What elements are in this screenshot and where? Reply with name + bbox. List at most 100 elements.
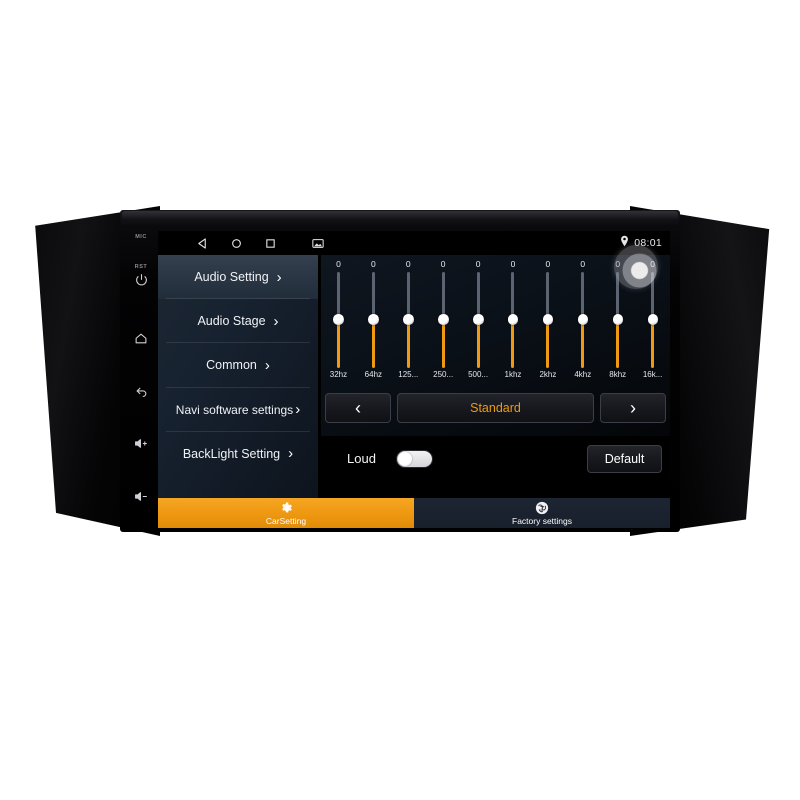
eq-band-frequency-label: 1khz — [504, 370, 522, 379]
slider-track-lower — [651, 322, 655, 368]
eq-band-slider[interactable] — [403, 272, 414, 368]
toggle-knob — [397, 451, 412, 466]
menu-item-label: Audio Setting — [194, 270, 269, 285]
eq-band: 0 500... — [461, 258, 496, 383]
android-nav-buttons — [196, 237, 324, 250]
slider-thumb[interactable] — [368, 314, 379, 325]
default-button[interactable]: Default — [587, 444, 662, 473]
eq-band-frequency-label: 64hz — [364, 370, 383, 379]
preset-name-display[interactable]: Standard — [397, 393, 594, 423]
back-triangle-icon[interactable] — [196, 237, 209, 250]
slider-track-lower — [616, 322, 620, 368]
slider-track-lower — [581, 322, 585, 368]
menu-item-audio-stage[interactable]: Audio Stage › — [158, 299, 318, 344]
bottom-tab-bar: CarSetting Factory settings — [158, 498, 670, 528]
loud-toggle[interactable] — [395, 449, 433, 468]
eq-band-frequency-label: 250... — [433, 370, 454, 379]
slider-track-upper — [406, 272, 410, 320]
slider-thumb[interactable] — [577, 314, 589, 325]
power-icon[interactable] — [124, 273, 158, 286]
volume-down-icon[interactable] — [124, 490, 158, 503]
tab-carsetting[interactable]: CarSetting — [158, 498, 414, 528]
eq-band-value: 0 — [615, 259, 621, 269]
loud-label: Loud — [347, 451, 376, 466]
slider-track-lower — [511, 322, 515, 368]
eq-band: 0 4khz — [565, 258, 600, 383]
eq-band-slider[interactable] — [577, 272, 589, 368]
menu-item-label: Navi software settings — [175, 402, 294, 417]
slider-thumb[interactable] — [403, 314, 414, 325]
home-icon[interactable] — [124, 332, 158, 345]
clock-time: 08:01 — [634, 237, 662, 249]
chevron-right-icon: › — [264, 356, 270, 374]
eq-band-slider[interactable] — [473, 272, 484, 368]
eq-band-slider[interactable] — [542, 272, 554, 368]
menu-item-backlight-setting[interactable]: BackLight Setting › — [158, 432, 318, 476]
menu-item-audio-setting[interactable]: Audio Setting › — [158, 255, 318, 300]
menu-item-label: BackLight Setting — [182, 446, 281, 461]
gear-icon — [279, 501, 293, 515]
chevron-right-icon: › — [288, 445, 294, 463]
slider-thumb[interactable] — [647, 314, 659, 325]
eq-band-slider[interactable] — [507, 272, 519, 368]
eq-band-value: 0 — [580, 259, 586, 269]
volume-up-icon[interactable] — [124, 437, 158, 450]
preset-prev-button[interactable]: ‹ — [325, 393, 391, 423]
eq-band-value: 0 — [370, 259, 376, 269]
preset-next-button[interactable]: › — [600, 393, 666, 423]
slider-track-lower — [371, 322, 375, 368]
settings-menu-panel: Audio Setting › Audio Stage › Common › N… — [158, 255, 318, 498]
eq-band-frequency-label: 500... — [468, 370, 489, 379]
slider-track-lower — [546, 322, 550, 368]
tab-label: Factory settings — [512, 515, 572, 526]
slider-track-upper — [616, 272, 620, 320]
eq-band-slider[interactable] — [333, 272, 344, 368]
status-bar-right: 08:01 — [620, 231, 662, 255]
slider-track-upper — [651, 272, 655, 320]
chevron-right-icon: › — [273, 312, 279, 330]
menu-item-label: Audio Stage — [197, 314, 266, 329]
eq-band-frequency-label: 4khz — [574, 370, 592, 379]
slider-track-upper — [476, 272, 480, 320]
slider-thumb[interactable] — [333, 314, 344, 325]
slider-track-upper — [511, 272, 515, 320]
tab-factory-settings[interactable]: Factory settings — [414, 498, 670, 528]
slider-track-lower — [336, 322, 340, 368]
rst-label: RST — [134, 264, 148, 270]
eq-band: 0 32hz — [321, 258, 356, 383]
slider-thumb[interactable] — [438, 314, 449, 325]
home-circle-icon[interactable] — [230, 237, 243, 250]
menu-item-navi-software-settings[interactable]: Navi software settings › — [158, 388, 318, 432]
hardware-button-strip: MIC RST — [124, 228, 158, 528]
eq-band: 0 2khz — [530, 258, 565, 383]
recents-square-icon[interactable] — [264, 237, 277, 250]
back-arrow-icon[interactable] — [124, 385, 158, 398]
equalizer-panel: 0 32hz 0 64hz 0 125... 0 250... 0 500... 0 1khz 0 2kh… — [321, 255, 670, 436]
touchscreen: 08:01 Audio Setting › Audio Stage › Comm… — [158, 231, 670, 528]
eq-band-frequency-label: 125... — [398, 370, 419, 379]
slider-thumb[interactable] — [542, 314, 554, 325]
android-status-bar: 08:01 — [158, 231, 670, 255]
slider-track-upper — [581, 272, 585, 320]
eq-band-frequency-label: 2khz — [539, 370, 557, 379]
gallery-icon[interactable] — [311, 237, 324, 250]
eq-band-slider[interactable] — [368, 272, 379, 368]
eq-band: 0 16k... — [635, 258, 670, 383]
slider-thumb[interactable] — [507, 314, 519, 325]
eq-band: 0 250... — [426, 258, 461, 383]
screen-content: Audio Setting › Audio Stage › Common › N… — [158, 255, 670, 528]
eq-band-value: 0 — [405, 259, 411, 269]
eq-band-slider[interactable] — [438, 272, 449, 368]
eq-band-slider[interactable] — [612, 272, 624, 368]
eq-band-slider[interactable] — [647, 272, 659, 368]
tab-label: CarSetting — [265, 515, 307, 526]
eq-band-frequency-label: 32hz — [329, 370, 348, 379]
eq-band: 0 8khz — [600, 258, 635, 383]
slider-track-upper — [336, 272, 340, 320]
factory-logo-icon — [535, 501, 549, 515]
eq-band-frequency-label: 16k... — [642, 370, 663, 379]
slider-thumb[interactable] — [473, 314, 484, 325]
car-head-unit-device: MIC RST 08:01 Audio Setting › Audio Stag… — [0, 0, 800, 800]
slider-thumb[interactable] — [612, 314, 624, 325]
menu-item-common[interactable]: Common › — [158, 343, 318, 388]
